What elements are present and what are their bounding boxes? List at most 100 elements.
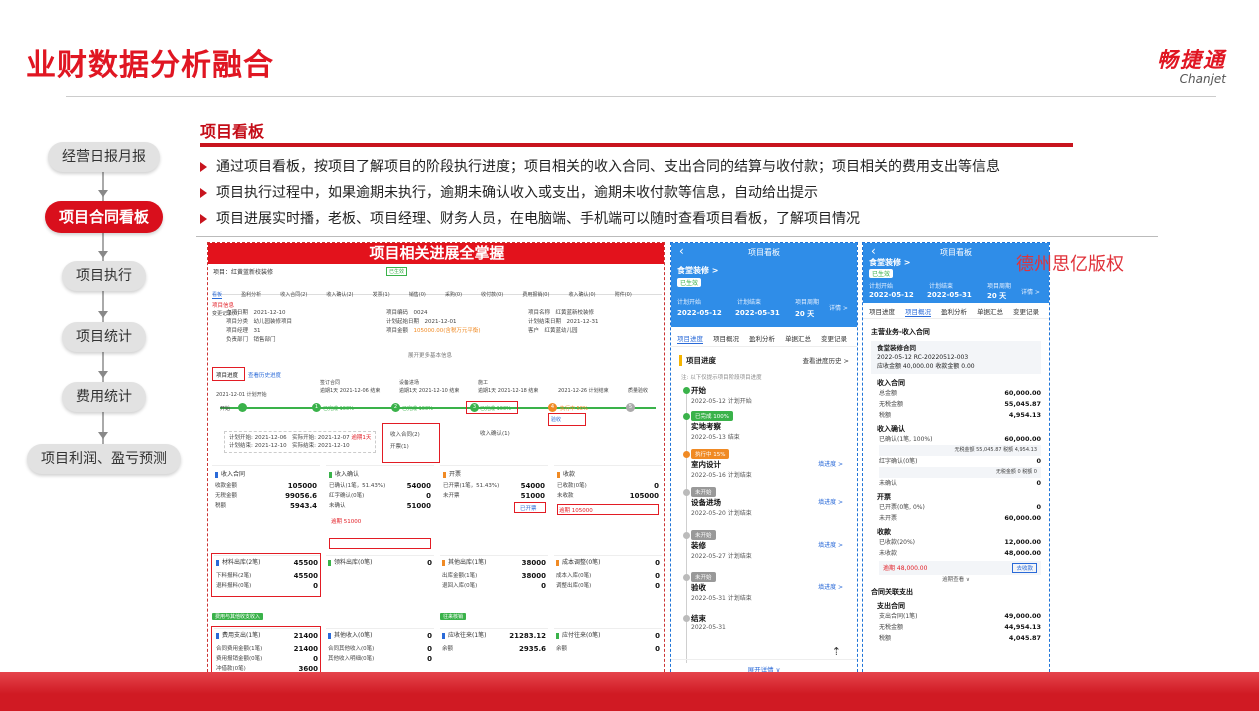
pc-card-income-contract: 收入合同 收款金额 105000 无税金额 99056.6 税额 5943.4 (212, 465, 320, 551)
fill-progress-link[interactable]: 填进度 > (818, 497, 843, 506)
phone-tab[interactable]: 项目概况 (905, 306, 931, 317)
meta-label: 项目周期 (987, 283, 1012, 290)
progress-step: 未开始 设备进场 2022-05-20 计划结束 填进度 > (679, 487, 849, 517)
overdue-more-link[interactable]: 逾期查看 ∨ (863, 575, 1049, 583)
phone-tab[interactable]: 项目进度 (869, 306, 895, 316)
progress-hint: 注: 以下仅提示项目阶段项目进度 (681, 375, 762, 381)
flow-step-5[interactable]: 费用统计 (24, 382, 184, 412)
pc-tab[interactable]: 销售(0) (409, 291, 426, 298)
overdue-row: 逾期 48,000.00 去收款 (879, 561, 1041, 575)
flow-step-1[interactable]: 经营日报月报 (24, 142, 184, 172)
pc-tab[interactable]: 费用报销(0) (522, 291, 549, 298)
pc-invoice-link[interactable]: 已开票 (520, 504, 537, 514)
pc-project-title: 项目：红黄蓝新校装修 (213, 269, 274, 276)
pc-tab[interactable]: 收入确认(0) (569, 291, 596, 298)
history-link[interactable]: 查看进度历史 > (802, 355, 849, 365)
phone-tab[interactable]: 单据汇总 (977, 306, 1003, 316)
pc-tab[interactable]: 看板 (212, 291, 223, 299)
progress-step: 执行中 15% 室内设计 2022-05-16 计划结束 填进度 > (679, 449, 849, 479)
chanjet-logo: 畅捷通 Chanjet (1126, 44, 1226, 86)
section-underline (200, 143, 1073, 147)
meta-label: 计划开始 (677, 299, 702, 306)
flow-pill-label[interactable]: 项目统计 (62, 322, 146, 352)
pc-stage-dot: 1 (312, 403, 321, 412)
phone-status-badge: 已生效 (869, 269, 894, 278)
pc-tab[interactable]: 发票(1) (373, 291, 390, 298)
pc-info-col2: 项目编码 0024 计划起始日期 2021-12-01 项目金额 105000.… (386, 310, 481, 334)
pc-tab[interactable]: 收付款(0) (481, 291, 503, 298)
pc-stage-name: 设备进场 (399, 380, 420, 386)
phone-tab-bar: 项目进度 项目概况 盈利分析 单据汇总 变更记录 (671, 327, 857, 347)
detail-link[interactable]: 详情 > (829, 303, 848, 312)
phone-project-name[interactable]: 食堂装修 > (677, 265, 719, 276)
pc-stage-date: 逾期1天 2021-12-18 结束 (478, 388, 539, 394)
flow-arrow-icon (98, 432, 108, 439)
phone-tab[interactable]: 盈利分析 (941, 306, 967, 316)
fill-progress-link[interactable]: 填进度 > (818, 540, 843, 549)
contract-card[interactable]: 食堂装修合同 2022-05-12 RC-20220512-003 应收金额 4… (871, 341, 1041, 374)
pc-tab[interactable]: 采购(0) (445, 291, 462, 298)
pc-card-cost-adjust: 成本调整(0笔) 0 成本入库(0笔) 0 调整出库(0笔) 0 (554, 555, 662, 597)
section-heading: 项目看板 (200, 122, 265, 141)
scroll-top-icon[interactable]: ⇡ (832, 645, 841, 658)
fill-progress-link[interactable]: 填进度 > (818, 459, 843, 468)
phone-tab[interactable]: 项目进度 (677, 333, 703, 344)
phone-project-name[interactable]: 食堂装修 > (869, 257, 911, 268)
pc-card-material-out: 材料出库(2笔) 45500 下料报料(2笔) 45500 退料报料(0笔) 0 (214, 555, 320, 597)
phone-tab[interactable]: 单据汇总 (785, 333, 811, 343)
detail-link[interactable]: 详情 > (1021, 287, 1040, 296)
receipt-title: 收款 (877, 528, 891, 536)
flow-pill-label[interactable]: 项目合同看板 (44, 201, 163, 233)
pc-tab[interactable]: 收入合同(2) (280, 291, 307, 298)
bullet-list: 通过项目看板，按项目了解项目的阶段执行进度；项目相关的收入合同、支出合同的结算与… (200, 154, 1160, 232)
progress-step: 未开始 验收 2022-05-31 计划结束 填进度 > (679, 572, 849, 602)
pc-stage-name: 签订合同 (320, 380, 341, 386)
pc-expand-link[interactable]: 展开更多基本信息 (408, 351, 452, 359)
flow-step-3[interactable]: 项目执行 (24, 261, 184, 291)
footer-band (0, 672, 1259, 711)
progress-step: 结束 2022-05-31 (679, 613, 849, 631)
mobile-progress-screenshot: ‹ 项目看板 食堂装修 > 已生效 计划开始 计划结束 项目周期 2022-05… (670, 242, 858, 682)
pc-section-tag: 费用与其他收支收入 (212, 613, 264, 620)
flow-pill-label[interactable]: 项目执行 (62, 261, 146, 291)
phone-tab[interactable]: 变更记录 (1013, 306, 1039, 316)
pc-sublink[interactable]: 收入确认(1) (480, 429, 510, 437)
copyright-watermark: 德州思亿版权 (1016, 254, 1124, 275)
meta-label: 计划开始 (869, 283, 894, 290)
pc-overdue-alert[interactable]: 逾期 51000 (329, 517, 431, 527)
group-title: 合同关联支出 (871, 588, 913, 596)
flow-step-2[interactable]: 项目合同看板 (24, 201, 184, 233)
pc-tab[interactable]: 附件(0) (615, 291, 632, 298)
collect-button[interactable]: 去收款 (1012, 563, 1037, 573)
phone-tab-bar: 项目进度 项目概况 盈利分析 单据汇总 变更记录 (863, 303, 1049, 319)
invoice-title: 开票 (877, 493, 891, 501)
phone-tab[interactable]: 盈利分析 (749, 333, 775, 343)
pc-tab[interactable]: 收入确认(2) (326, 291, 353, 298)
phone-title: 项目看板 (748, 248, 780, 257)
pc-tab[interactable]: 盈利分析 (241, 291, 261, 298)
pc-card-income-confirm: 收入确认 已确认(1笔，51.43%) 54000 红字确认(0笔) 0 未确认 51… (326, 465, 434, 551)
pc-stage-badge: 已完成 100% (480, 406, 511, 412)
progress-step: 开始 2022-05-12 计划开始 (679, 385, 849, 405)
meta-label: 计划结束 (929, 283, 954, 290)
flow-step-4[interactable]: 项目统计 (24, 322, 184, 352)
phone-tab[interactable]: 项目概况 (713, 333, 739, 343)
flow-pill-label[interactable]: 费用统计 (62, 382, 146, 412)
fill-progress-link[interactable]: 填进度 > (818, 582, 843, 591)
progress-section-title: 项目进度 (679, 355, 716, 366)
flow-pill-label[interactable]: 经营日报月报 (48, 142, 160, 172)
pc-history-link[interactable]: 查看历史进度 (248, 371, 281, 379)
flow-step-6[interactable]: 项目利润、盈亏预测 (24, 444, 184, 474)
pc-plan-box: 计划开始: 2021-12-06 实际开始: 2021-12-07 逾期1天 计… (224, 431, 377, 453)
pc-dashboard-screenshot: 项目相关进展全掌握 项目：红黄蓝新校装修 已生效 看板 盈利分析 收入合同(2)… (207, 242, 665, 682)
meta-value: 2022-05-31 (735, 309, 780, 317)
flow-arrow-icon (98, 251, 108, 258)
pc-stage-badge: 已完成 100% (402, 406, 433, 412)
meta-label: 项目周期 (795, 299, 820, 306)
pc-progress-label: 项目进度 (216, 373, 239, 379)
pc-banner: 项目相关进展全掌握 (208, 243, 664, 264)
flow-pill-label[interactable]: 项目利润、盈亏预测 (27, 444, 181, 474)
pc-card-receipt: 收款 已收款(0笔) 0 未收款 105000 逾期 105000 (554, 465, 662, 551)
phone-tab[interactable]: 变更记录 (821, 333, 847, 343)
pc-stage-name: 开始 (220, 406, 231, 412)
